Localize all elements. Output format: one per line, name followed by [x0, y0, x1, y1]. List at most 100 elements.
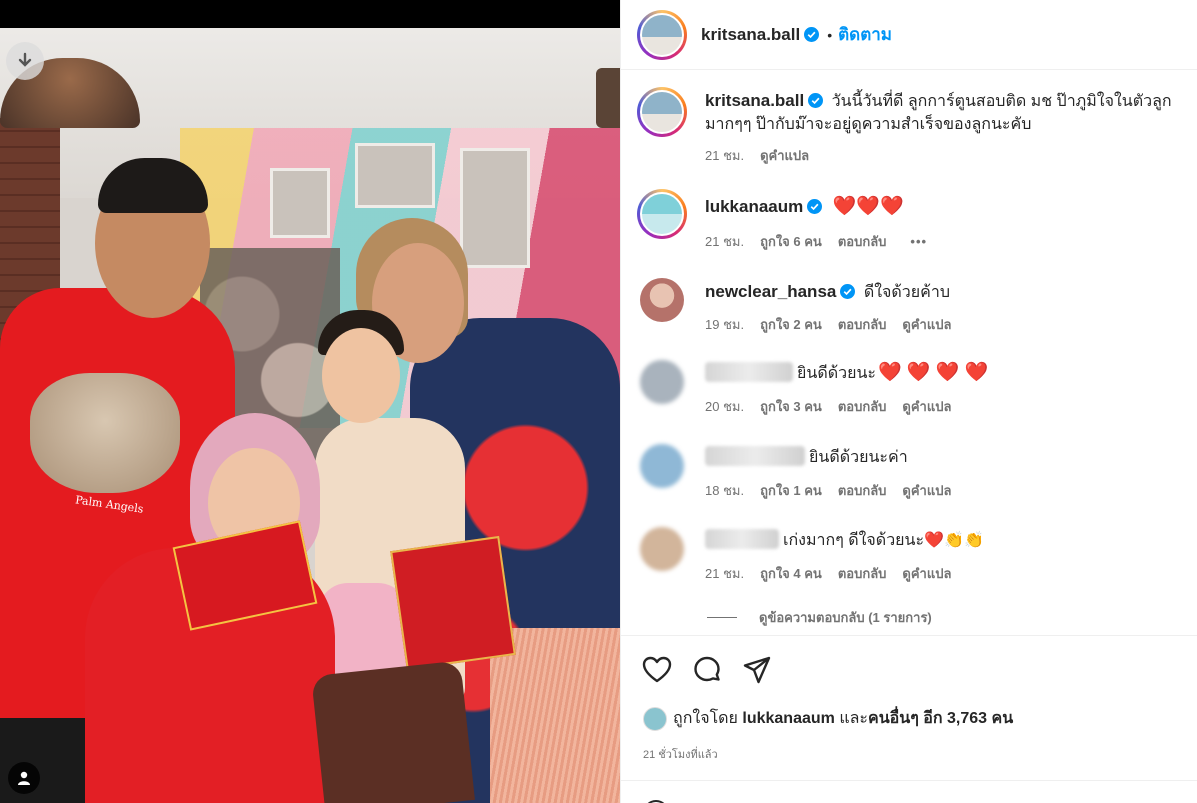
comment-content: lukkanaaum ❤️❤️❤️	[705, 195, 1175, 219]
reply-button[interactable]: ตอบกลับ	[838, 480, 887, 501]
comment-username[interactable]: lukkanaaum	[705, 197, 803, 216]
likes-prefix: ถูกใจโดย	[673, 710, 738, 727]
post-actions-bar	[621, 635, 1197, 705]
commenter-username-blurred[interactable]	[705, 446, 805, 466]
post-header: kritsana.ball • ติดตาม	[621, 0, 1197, 70]
likes-others[interactable]: คนอื่นๆ	[868, 706, 919, 731]
author-username[interactable]: kritsana.ball	[701, 25, 800, 45]
caption-username[interactable]: kritsana.ball	[705, 91, 804, 110]
instagram-post-modal: Palm Angels kritsana.ball • ติดตาม krits…	[0, 0, 1197, 803]
likes-summary[interactable]: ถูกใจโดย lukkanaaum และ คนอื่นๆ อีก 3,763…	[643, 706, 1013, 731]
comment-text: ❤️❤️❤️	[832, 196, 904, 217]
verified-badge-icon	[808, 93, 824, 108]
likes-mid: และ	[839, 710, 869, 727]
liker-avatar	[643, 706, 667, 731]
comment-icon[interactable]	[691, 654, 723, 686]
replies-divider-line	[707, 617, 737, 618]
commenter-avatar[interactable]	[640, 278, 684, 322]
author-avatar[interactable]	[637, 87, 687, 137]
comment-likes[interactable]: ถูกใจ 1 คน	[760, 480, 822, 501]
post-time-ago: 21 ชั่วโมงที่แล้ว	[643, 749, 718, 761]
comment-row: lukkanaaum ❤️❤️❤️ 21 ชม. ถูกใจ 6 คน ตอบก…	[637, 189, 1182, 249]
liker-username[interactable]: lukkanaaum	[742, 710, 834, 728]
comment-timestamp: 19 ชม.	[705, 317, 745, 332]
commenter-username-blurred[interactable]	[705, 529, 779, 549]
heart-emojis: ❤️ ❤️ ❤️ ❤️	[877, 362, 989, 383]
comment-timestamp: 20 ชม.	[705, 399, 745, 414]
caption-text-block: kritsana.ball วันนี้วันที่ดี ลูกการ์ตูนส…	[705, 89, 1175, 136]
commenter-avatar-blurred[interactable]	[640, 360, 684, 404]
verified-badge-icon	[807, 199, 823, 214]
translate-button[interactable]: ดูคำแปล	[902, 480, 951, 501]
emoji-reaction: ❤️👏👏	[924, 532, 984, 549]
separator-dot: •	[827, 26, 833, 43]
comment-likes[interactable]: ถูกใจ 2 คน	[760, 314, 822, 335]
translate-button[interactable]: ดูคำแปล	[902, 396, 951, 417]
reply-button[interactable]: ตอบกลับ	[838, 231, 887, 252]
comment-meta: 21 ชม. ถูกใจ 6 คน ตอบกลับ •••	[705, 231, 927, 252]
comment-content: ยินดีด้วยนะค่า	[705, 446, 1175, 469]
pendant-lamp	[596, 68, 620, 128]
download-button[interactable]	[6, 42, 44, 80]
commenter-username-blurred[interactable]	[705, 362, 793, 382]
comment-text: ดีใจด้วยค้าบ	[863, 284, 950, 301]
verified-badge-icon	[840, 284, 856, 299]
verified-badge-icon	[804, 27, 820, 42]
comment-meta: 21 ชม. ถูกใจ 4 คน ตอบกลับ ดูคำแปล	[705, 563, 951, 584]
translate-button[interactable]: ดูคำแปล	[760, 145, 809, 166]
comment-text: ยินดีด้วยนะ	[797, 365, 876, 382]
comment-likes[interactable]: ถูกใจ 3 คน	[760, 396, 822, 417]
caption-row: kritsana.ball วันนี้วันที่ดี ลูกการ์ตูนส…	[637, 87, 1182, 167]
comment-likes[interactable]: ถูกใจ 4 คน	[760, 563, 822, 584]
author-avatar[interactable]	[637, 9, 687, 60]
translate-button[interactable]: ดูคำแปล	[902, 563, 951, 584]
share-icon[interactable]	[741, 654, 773, 686]
wall-frame	[460, 148, 530, 268]
comment-timestamp: 21 ชม.	[705, 566, 745, 581]
download-icon	[18, 52, 32, 67]
commenter-avatar[interactable]	[637, 189, 687, 239]
tagged-users-button[interactable]	[8, 762, 40, 794]
wooden-chair	[311, 660, 475, 803]
translate-button[interactable]: ดูคำแปล	[902, 314, 951, 335]
comment-text: เก่งมากๆ ดีใจด้วยนะ	[783, 532, 925, 549]
comment-timestamp: 18 ชม.	[705, 483, 745, 498]
comment-text: ยินดีด้วยนะค่า	[809, 449, 908, 466]
user-icon	[18, 771, 30, 785]
comment-meta: 20 ชม. ถูกใจ 3 คน ตอบกลับ ดูคำแปล	[705, 396, 951, 417]
reply-button[interactable]: ตอบกลับ	[838, 396, 887, 417]
comment-content: ยินดีด้วยนะ ❤️ ❤️ ❤️ ❤️	[705, 362, 1175, 385]
view-replies-button[interactable]: ดูข้อความตอบกลับ (1 รายการ)	[707, 607, 932, 628]
comment-username[interactable]: newclear_hansa	[705, 282, 836, 301]
comments-panel: kritsana.ball • ติดตาม kritsana.ball วัน…	[620, 0, 1197, 803]
commenter-avatar-blurred[interactable]	[640, 527, 684, 571]
comment-row: เก่งมากๆ ดีใจด้วยนะ❤️👏👏 21 ชม. ถูกใจ 4 ค…	[637, 527, 1182, 587]
photo-top-bar	[0, 0, 620, 28]
child-face	[322, 328, 400, 423]
caption-meta: 21 ชม. ดูคำแปล	[705, 145, 809, 166]
commenter-avatar-blurred[interactable]	[640, 444, 684, 488]
view-replies-label: ดูข้อความตอบกลับ (1 รายการ)	[759, 610, 932, 625]
heart-icon[interactable]	[641, 654, 673, 686]
comment-meta: 19 ชม. ถูกใจ 2 คน ตอบกลับ ดูคำแปล	[705, 314, 951, 335]
comment-row: ยินดีด้วยนะค่า 18 ชม. ถูกใจ 1 คน ตอบกลับ…	[637, 444, 1182, 504]
add-comment-bar	[621, 780, 1197, 803]
comment-timestamp: 21 ชม.	[705, 234, 745, 249]
comment-likes[interactable]: ถูกใจ 6 คน	[760, 231, 822, 252]
reply-button[interactable]: ตอบกลับ	[838, 563, 887, 584]
comment-content: newclear_hansa ดีใจด้วยค้าบ	[705, 280, 1175, 304]
likes-count[interactable]: อีก 3,763 คน	[923, 706, 1013, 731]
comment-row: ยินดีด้วยนะ ❤️ ❤️ ❤️ ❤️ 20 ชม. ถูกใจ 3 คน…	[637, 360, 1182, 420]
wall-frame	[270, 168, 330, 238]
wall-frame	[355, 143, 435, 208]
more-options-icon[interactable]: •••	[910, 234, 927, 249]
reply-button[interactable]: ตอบกลับ	[838, 314, 887, 335]
comment-content: เก่งมากๆ ดีใจด้วยนะ❤️👏👏	[705, 529, 1175, 552]
comment-row: newclear_hansa ดีใจด้วยค้าบ 19 ชม. ถูกใจ…	[637, 278, 1182, 338]
post-photo[interactable]: Palm Angels	[0, 0, 620, 803]
caption-timestamp: 21 ชม.	[705, 148, 745, 163]
follow-button[interactable]: ติดตาม	[838, 21, 892, 48]
teddy-bear-print	[30, 373, 180, 493]
family-photo-scene: Palm Angels	[0, 28, 620, 803]
red-envelope	[390, 535, 516, 671]
